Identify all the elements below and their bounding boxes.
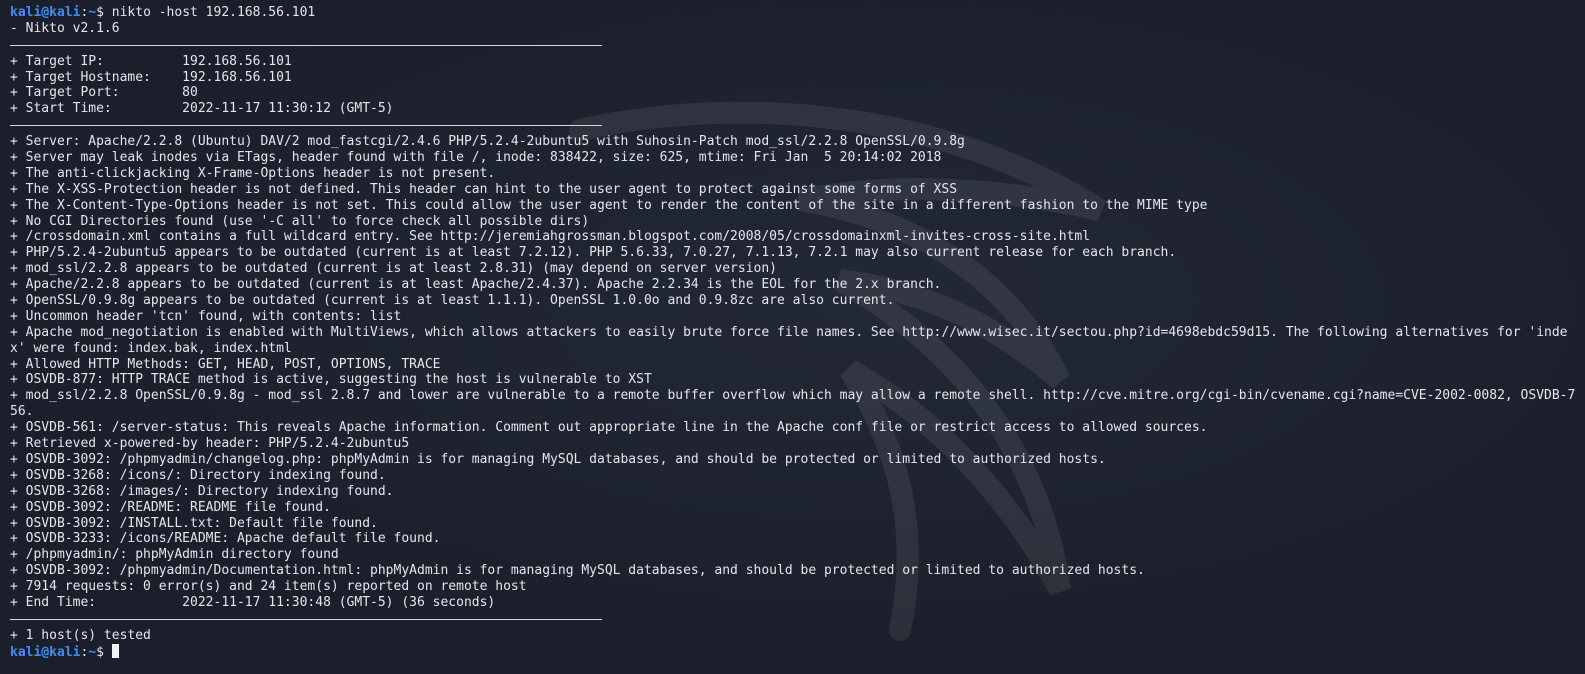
finding-line: + 7914 requests: 0 error(s) and 24 item(… bbox=[10, 579, 527, 595]
finding-line: + /phpmyadmin/: phpMyAdmin directory fou… bbox=[10, 547, 339, 563]
command-text: nikto -host 192.168.56.101 bbox=[103, 5, 316, 20]
finding-line: + The anti-clickjacking X-Frame-Options … bbox=[10, 165, 496, 181]
finding-line: + OSVDB-3092: /phpmyadmin/Documentation.… bbox=[10, 563, 1145, 579]
target-info-line: + Target IP: 192.168.56.101 bbox=[10, 53, 292, 69]
finding-line: + OSVDB-877: HTTP TRACE method is active… bbox=[10, 372, 652, 388]
finding-line: + OSVDB-3268: /icons/: Directory indexin… bbox=[10, 467, 386, 483]
finding-line: + Server may leak inodes via ETags, head… bbox=[10, 149, 942, 165]
version-line: - Nikto v2.1.6 bbox=[10, 20, 120, 36]
summary-line: + 1 host(s) tested bbox=[10, 627, 151, 643]
findings-list: + Server: Apache/2.2.8 (Ubuntu) DAV/2 mo… bbox=[10, 134, 1579, 611]
terminal-window[interactable]: kali@kali:~$ nikto -host 192.168.56.101 … bbox=[0, 0, 1585, 674]
prompt-user-host: kali@kali bbox=[10, 5, 81, 20]
finding-line: + Apache/2.2.8 appears to be outdated (c… bbox=[10, 277, 942, 293]
finding-line: + OSVDB-3092: /README: README file found… bbox=[10, 499, 331, 515]
finding-line: + Allowed HTTP Methods: GET, HEAD, POST,… bbox=[10, 356, 441, 372]
prompt-path: ~ bbox=[88, 644, 97, 660]
divider bbox=[10, 117, 602, 127]
finding-line: + Retrieved x-powered-by header: PHP/5.2… bbox=[10, 436, 410, 452]
finding-line: + End Time: 2022-11-17 11:30:48 (GMT-5) … bbox=[10, 594, 496, 610]
finding-line: + No CGI Directories found (use '-C all'… bbox=[10, 213, 590, 229]
finding-line: + Uncommon header 'tcn' found, with cont… bbox=[10, 308, 402, 324]
target-info-line: + Start Time: 2022-11-17 11:30:12 (GMT-5… bbox=[10, 101, 394, 117]
finding-line: + OpenSSL/0.9.8g appears to be outdated … bbox=[10, 293, 895, 308]
prompt-symbol: $ bbox=[96, 644, 112, 660]
finding-line: + The X-Content-Type-Options header is n… bbox=[10, 197, 1208, 213]
finding-line: + OSVDB-3092: /phpmyadmin/changelog.php:… bbox=[10, 451, 1106, 467]
finding-line: + OSVDB-3268: /images/: Directory indexi… bbox=[10, 483, 394, 499]
finding-line: + /crossdomain.xml contains a full wildc… bbox=[10, 229, 1091, 245]
target-info: + Target IP: 192.168.56.101 + Target Host… bbox=[10, 54, 1579, 118]
finding-line: + PHP/5.2.4-2ubuntu5 appears to be outda… bbox=[10, 245, 1177, 261]
finding-line: + OSVDB-561: /server-status: This reveal… bbox=[10, 420, 1208, 436]
prompt-path: ~ bbox=[88, 5, 97, 20]
prompt-line: kali@kali:~$ nikto -host 192.168.56.101 bbox=[10, 5, 1579, 21]
finding-line: + mod_ssl/2.2.8 appears to be outdated (… bbox=[10, 261, 778, 277]
prompt-symbol: $ bbox=[96, 5, 104, 20]
finding-line: + Server: Apache/2.2.8 (Ubuntu) DAV/2 mo… bbox=[10, 134, 965, 150]
finding-line: + OSVDB-3233: /icons/README: Apache defa… bbox=[10, 531, 441, 547]
finding-line: + Apache mod_negotiation is enabled with… bbox=[10, 324, 1568, 356]
finding-line: + OSVDB-3092: /INSTALL.txt: Default file… bbox=[10, 515, 378, 531]
active-prompt-line[interactable]: kali@kali:~$ bbox=[10, 643, 1579, 660]
target-info-line: + Target Port: 80 bbox=[10, 85, 198, 101]
target-info-line: + Target Hostname: 192.168.56.101 bbox=[10, 69, 292, 85]
divider bbox=[10, 37, 602, 46]
finding-line: + The X-XSS-Protection header is not def… bbox=[10, 181, 958, 197]
prompt-user-host: kali@kali bbox=[10, 644, 81, 660]
terminal-output: kali@kali:~$ nikto -host 192.168.56.101 … bbox=[10, 5, 1579, 660]
finding-line: + mod_ssl/2.2.8 OpenSSL/0.9.8g - mod_ssl… bbox=[10, 388, 1576, 420]
text-cursor bbox=[111, 643, 119, 658]
divider bbox=[10, 611, 602, 620]
